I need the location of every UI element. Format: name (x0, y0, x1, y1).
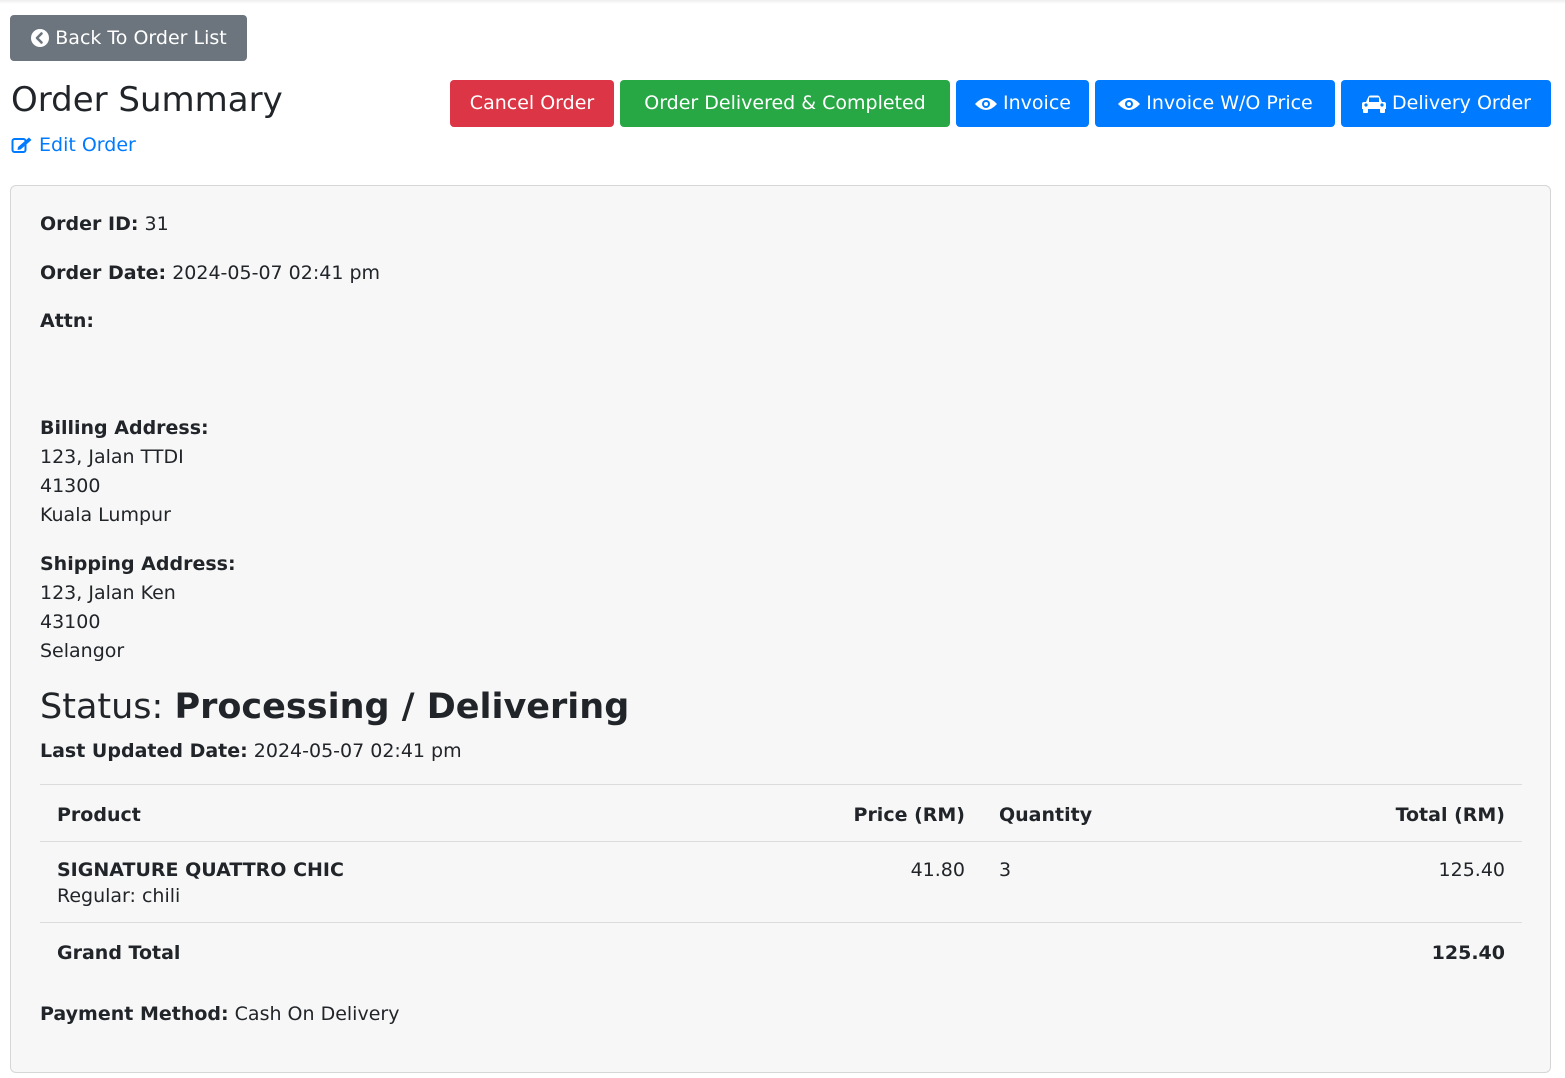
header-quantity: Quantity (999, 804, 1093, 826)
last-updated-label: Last Updated Date: (40, 740, 248, 762)
edit-icon (11, 137, 32, 153)
product-total: 125.40 (1438, 859, 1505, 881)
delivery-order-button[interactable]: Delivery Order (1341, 80, 1551, 127)
top-shadow (0, 0, 1565, 4)
eye-icon (1118, 97, 1141, 110)
eye-icon (975, 97, 998, 110)
attn-row: Attn: (40, 307, 94, 336)
order-delivered-completed-button[interactable]: Order Delivered & Completed (620, 80, 950, 127)
invoice-without-price-label: Invoice W/O Price (1146, 92, 1313, 114)
order-date-row: Order Date: 2024-05-07 02:41 pm (40, 259, 380, 288)
edit-order-link[interactable]: Edit Order (11, 134, 136, 156)
back-button-label: Back To Order List (55, 26, 227, 49)
shipping-address-line: Selangor (40, 640, 125, 662)
table-header-divider (40, 841, 1522, 842)
edit-order-label: Edit Order (39, 134, 136, 156)
order-date-value: 2024-05-07 02:41 pm (172, 262, 381, 284)
order-date-label: Order Date: (40, 262, 167, 284)
cancel-order-button[interactable]: Cancel Order (450, 80, 614, 127)
billing-address-line: 41300 (40, 475, 101, 497)
billing-address-label: Billing Address: (40, 417, 209, 439)
order-id-value: 31 (144, 213, 169, 235)
shipping-address-line: 123, Jalan Ken (40, 582, 176, 604)
status-label: Status: (40, 687, 164, 727)
product-variant: Regular: chili (57, 885, 181, 907)
back-to-order-list-button[interactable]: Back To Order List (10, 15, 247, 61)
order-id-row: Order ID: 31 (40, 210, 169, 239)
product-price: 41.80 (910, 859, 965, 881)
car-icon (1362, 95, 1387, 113)
grand-total-value: 125.40 (1431, 942, 1505, 964)
header-product: Product (57, 804, 141, 826)
status-value: Processing / Delivering (174, 687, 630, 727)
billing-address-line: 123, Jalan TTDI (40, 446, 184, 468)
shipping-address-line: 43100 (40, 611, 101, 633)
billing-address-block: Billing Address: 123, Jalan TTDI 41300 K… (40, 414, 209, 530)
last-updated-value: 2024-05-07 02:41 pm (253, 740, 462, 762)
payment-method-row: Payment Method: Cash On Delivery (40, 1000, 399, 1029)
order-completed-label: Order Delivered & Completed (644, 92, 926, 114)
header-total: Total (RM) (1395, 804, 1505, 826)
table-top-divider (40, 784, 1522, 785)
billing-address-line: Kuala Lumpur (40, 504, 171, 526)
table-row-divider (40, 922, 1522, 923)
payment-method-label: Payment Method: (40, 1003, 229, 1025)
product-quantity: 3 (999, 859, 1012, 881)
product-name: SIGNATURE QUATTRO CHIC (57, 859, 344, 881)
invoice-button[interactable]: Invoice (956, 80, 1089, 127)
shipping-address-block: Shipping Address: 123, Jalan Ken 43100 S… (40, 550, 236, 666)
chevron-circle-left-icon (31, 29, 50, 47)
cancel-order-label: Cancel Order (469, 92, 595, 114)
delivery-order-label: Delivery Order (1392, 92, 1531, 114)
shipping-address-label: Shipping Address: (40, 553, 236, 575)
order-id-label: Order ID: (40, 213, 139, 235)
grand-total-label: Grand Total (57, 942, 181, 964)
attn-label: Attn: (40, 310, 94, 332)
invoice-without-price-button[interactable]: Invoice W/O Price (1095, 80, 1335, 127)
page-title: Order Summary (11, 80, 283, 120)
order-status: Status: Processing / Delivering (40, 683, 629, 731)
header-price: Price (RM) (853, 804, 965, 826)
last-updated-row: Last Updated Date: 2024-05-07 02:41 pm (40, 737, 462, 766)
order-details-card: Order ID: 31 Order Date: 2024-05-07 02:4… (10, 185, 1551, 1073)
invoice-label: Invoice (1003, 92, 1071, 114)
payment-method-value: Cash On Delivery (234, 1003, 400, 1025)
